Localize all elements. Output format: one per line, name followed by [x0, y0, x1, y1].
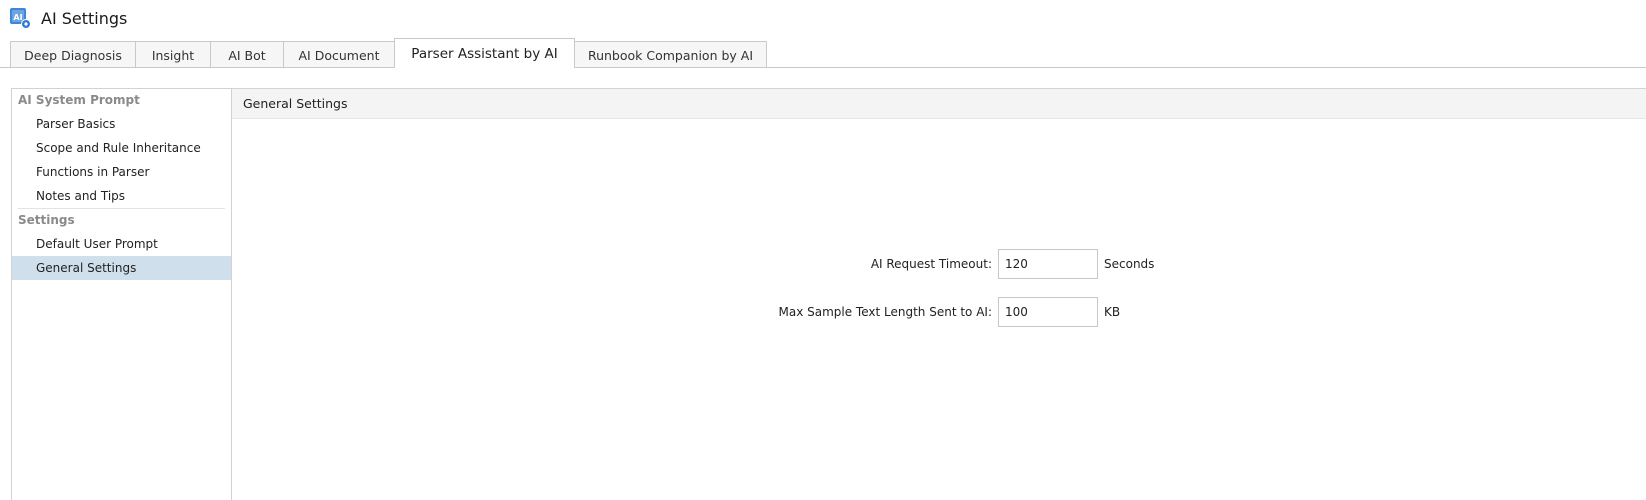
- panel-header: General Settings: [232, 89, 1646, 119]
- sidebar-item-default-user-prompt[interactable]: Default User Prompt: [12, 232, 231, 256]
- tab-deep-diagnosis[interactable]: Deep Diagnosis: [10, 41, 136, 68]
- ai-settings-icon: AI: [9, 7, 31, 29]
- tab-parser-assistant[interactable]: Parser Assistant by AI: [394, 38, 575, 68]
- timeout-row: AI Request Timeout: Seconds: [232, 249, 1412, 279]
- timeout-input[interactable]: [998, 249, 1098, 279]
- page-title: AI Settings: [41, 8, 128, 28]
- svg-text:AI: AI: [13, 13, 22, 22]
- sidebar: AI System Prompt Parser Basics Scope and…: [11, 88, 232, 500]
- sidebar-group-settings: Settings: [18, 213, 75, 227]
- sidebar-group-ai-system-prompt: AI System Prompt: [18, 93, 140, 107]
- sidebar-item-general-settings[interactable]: General Settings: [12, 256, 231, 280]
- sidebar-item-scope-and-rule-inheritance[interactable]: Scope and Rule Inheritance: [12, 136, 231, 160]
- max-sample-input[interactable]: [998, 297, 1098, 327]
- tab-divider: [0, 67, 1646, 68]
- max-sample-label: Max Sample Text Length Sent to AI:: [778, 305, 993, 319]
- title-bar: AI AI Settings: [9, 6, 127, 30]
- tab-ai-bot[interactable]: AI Bot: [210, 41, 284, 68]
- tab-bar: Deep Diagnosis Insight AI Bot AI Documen…: [10, 38, 767, 68]
- main-panel: General Settings AI Request Timeout: Sec…: [232, 88, 1646, 500]
- tab-runbook-companion[interactable]: Runbook Companion by AI: [574, 41, 767, 68]
- timeout-unit: Seconds: [1104, 257, 1155, 271]
- max-sample-unit: KB: [1104, 305, 1121, 319]
- sidebar-item-parser-basics[interactable]: Parser Basics: [12, 112, 231, 136]
- tab-ai-document[interactable]: AI Document: [283, 41, 395, 68]
- sidebar-item-notes-and-tips[interactable]: Notes and Tips: [12, 184, 231, 208]
- max-sample-row: Max Sample Text Length Sent to AI: KB: [232, 297, 1412, 327]
- tab-insight[interactable]: Insight: [135, 41, 211, 68]
- timeout-label: AI Request Timeout:: [870, 257, 992, 271]
- sidebar-item-functions-in-parser[interactable]: Functions in Parser: [12, 160, 231, 184]
